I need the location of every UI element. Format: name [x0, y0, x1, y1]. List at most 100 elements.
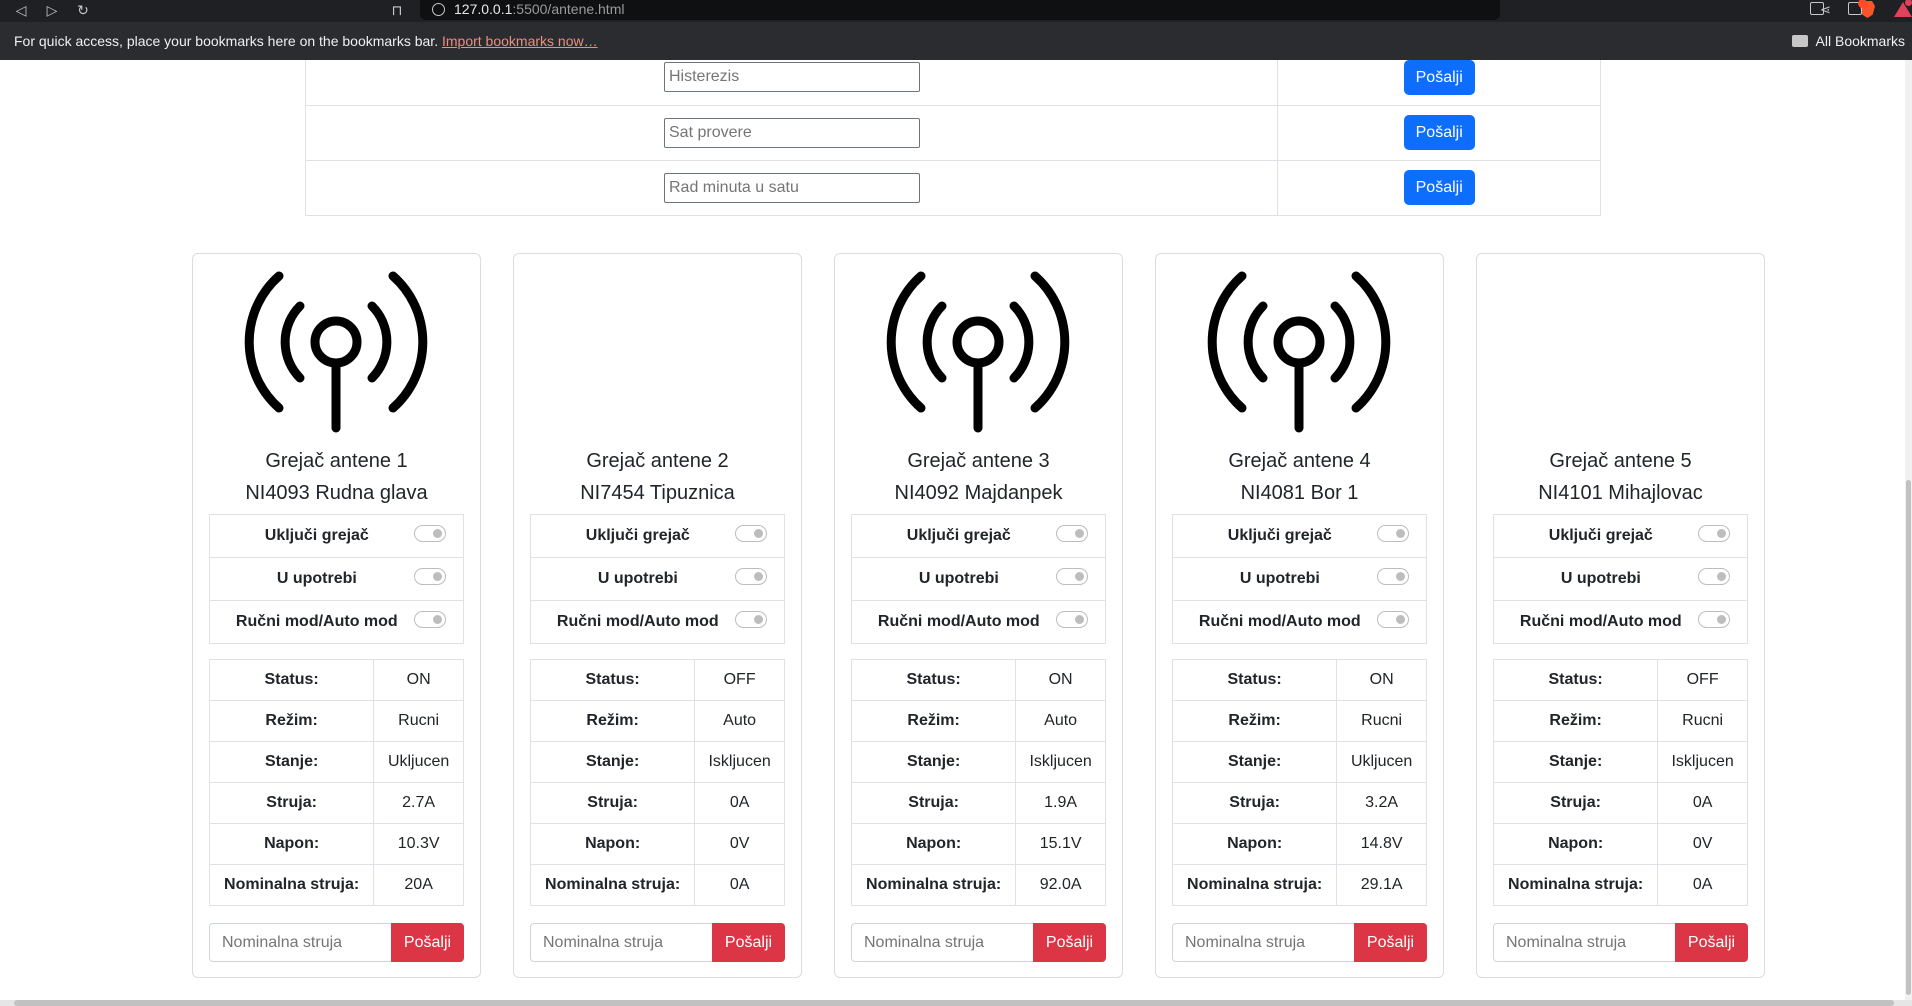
toggle-switch[interactable]: [1697, 568, 1730, 585]
stat-row: Nominalna struja: 0A: [1492, 864, 1748, 906]
stat-value: ON: [1336, 659, 1427, 701]
stat-value: 20A: [373, 864, 464, 906]
forward-icon[interactable]: ▷: [43, 1, 61, 19]
settings-input[interactable]: [664, 117, 920, 148]
settings-send-button[interactable]: Pošalji: [1403, 60, 1475, 95]
nominal-current-input[interactable]: [1493, 923, 1677, 962]
send-nominal-button[interactable]: Pošalji: [1033, 923, 1106, 962]
stat-value: ON: [1015, 659, 1106, 701]
toggle-switch-cell: [1055, 557, 1106, 601]
settings-table: Pošalji Pošalji Pošalji: [304, 60, 1601, 216]
nominal-current-form: Pošalji: [530, 923, 785, 962]
antenna-card: Grejač antene 3 NI4092 Majdanpek Uključi g…: [834, 253, 1123, 978]
stat-row: Napon: 0V: [529, 823, 785, 865]
stat-label: Nominalna struja:: [850, 864, 1017, 906]
stat-label: Stanje:: [850, 741, 1017, 783]
stat-label: Napon:: [208, 823, 375, 865]
toggle-switch-cell: [734, 600, 785, 644]
toggle-switch[interactable]: [413, 568, 446, 585]
stat-row: Napon: 0V: [1492, 823, 1748, 865]
site-info-icon[interactable]: [432, 3, 445, 16]
stat-value: Iskljucen: [1657, 741, 1748, 783]
toggles-table: Uključi grejač U upotrebi Ručni mod/Auto m…: [850, 514, 1106, 644]
toggle-row: Uključi grejač: [1492, 514, 1748, 558]
bookmark-icon[interactable]: ⊓: [388, 1, 406, 19]
toggle-switch[interactable]: [734, 611, 767, 628]
settings-input[interactable]: [664, 172, 920, 203]
toggles-table: Uključi grejač U upotrebi Ručni mod/Auto m…: [1171, 514, 1427, 644]
toggles-table: Uključi grejač U upotrebi Ručni mod/Auto m…: [208, 514, 464, 644]
stat-value: 92.0A: [1015, 864, 1106, 906]
toggle-switch[interactable]: [413, 525, 446, 542]
toggle-switch[interactable]: [413, 611, 446, 628]
toggle-label: U upotrebi: [1171, 557, 1377, 601]
nominal-current-input[interactable]: [1172, 923, 1356, 962]
stat-label: Režim:: [1492, 700, 1659, 742]
toggle-switch-cell: [1055, 514, 1106, 558]
stat-value: 10.3V: [373, 823, 464, 865]
stat-label: Struja:: [529, 782, 696, 824]
toggle-switch[interactable]: [1376, 611, 1409, 628]
toggle-switch-cell: [734, 557, 785, 601]
card-title: Grejač antene 5 NI4101 Mihajlovac: [1477, 445, 1764, 509]
toggle-switch[interactable]: [1697, 525, 1730, 542]
stat-row: Nominalna struja: 29.1A: [1171, 864, 1427, 906]
stat-value: Auto: [1015, 700, 1106, 742]
stat-row: Status: ON: [850, 659, 1106, 701]
back-icon[interactable]: ◁: [12, 1, 30, 19]
toggle-switch[interactable]: [734, 568, 767, 585]
card-title: Grejač antene 3 NI4092 Majdanpek: [835, 445, 1122, 509]
nominal-current-input[interactable]: [851, 923, 1035, 962]
send-nominal-button[interactable]: Pošalji: [1675, 923, 1748, 962]
toggle-row: Ručni mod/Auto mod: [850, 600, 1106, 644]
horizontal-scrollbar[interactable]: [0, 1000, 1912, 1006]
toggle-switch[interactable]: [1055, 525, 1088, 542]
settings-input-cell: [304, 60, 1279, 106]
send-nominal-button[interactable]: Pošalji: [391, 923, 464, 962]
antenna-card: Grejač antene 2 NI7454 Tipuznica Uključi g…: [513, 253, 802, 978]
stat-row: Napon: 14.8V: [1171, 823, 1427, 865]
stat-value: 14.8V: [1336, 823, 1427, 865]
toggle-row: Ručni mod/Auto mod: [208, 600, 464, 644]
send-nominal-button[interactable]: Pošalji: [1354, 923, 1427, 962]
stat-value: 0A: [694, 864, 785, 906]
toggle-row: U upotrebi: [1171, 557, 1427, 601]
stat-value: OFF: [1657, 659, 1748, 701]
stat-label: Režim:: [850, 700, 1017, 742]
toggle-switch[interactable]: [734, 525, 767, 542]
toggle-row: Uključi grejač: [529, 514, 785, 558]
nominal-current-form: Pošalji: [1172, 923, 1427, 962]
import-bookmarks-link[interactable]: Import bookmarks now…: [442, 33, 598, 49]
toggle-switch[interactable]: [1055, 611, 1088, 628]
address-bar[interactable]: 127.0.0.1:5500/antene.html ⋖: [420, 0, 1912, 20]
toggle-switch[interactable]: [1376, 525, 1409, 542]
send-nominal-button[interactable]: Pošalji: [712, 923, 785, 962]
nominal-current-input[interactable]: [209, 923, 393, 962]
toggle-row: Ručni mod/Auto mod: [1492, 600, 1748, 644]
nominal-current-form: Pošalji: [851, 923, 1106, 962]
nominal-current-input[interactable]: [530, 923, 714, 962]
all-bookmarks-button[interactable]: All Bookmarks: [1791, 33, 1905, 49]
toggle-switch[interactable]: [1055, 568, 1088, 585]
settings-send-button[interactable]: Pošalji: [1403, 170, 1475, 205]
toggle-row: Uključi grejač: [208, 514, 464, 558]
horizontal-scroll-thumb[interactable]: [14, 1000, 1894, 1006]
sidebar-toggle-icon[interactable]: [1810, 2, 1824, 15]
settings-send-button[interactable]: Pošalji: [1403, 115, 1475, 150]
browser-toolbar: ◁ ▷ ↻ ⊓ 127.0.0.1:5500/antene.html ⋖: [0, 0, 1912, 22]
card-title-line: Grejač antene 3: [907, 450, 1050, 472]
vertical-scrollbar[interactable]: [1905, 60, 1912, 1000]
toggle-switch-cell: [1697, 514, 1748, 558]
stat-label: Struja:: [208, 782, 375, 824]
url-text[interactable]: 127.0.0.1:5500/antene.html: [454, 1, 624, 18]
settings-input[interactable]: [664, 62, 920, 93]
toggle-switch[interactable]: [1697, 611, 1730, 628]
toggle-label: Uključi grejač: [529, 514, 735, 558]
toggle-row: U upotrebi: [208, 557, 464, 601]
toggle-row: Ručni mod/Auto mod: [529, 600, 785, 644]
toggle-switch[interactable]: [1376, 568, 1409, 585]
reload-icon[interactable]: ↻: [74, 1, 92, 19]
vertical-scroll-thumb[interactable]: [1906, 480, 1911, 995]
toggle-switch-cell: [413, 557, 464, 601]
bookmarks-prompt: For quick access, place your bookmarks h…: [14, 33, 598, 49]
